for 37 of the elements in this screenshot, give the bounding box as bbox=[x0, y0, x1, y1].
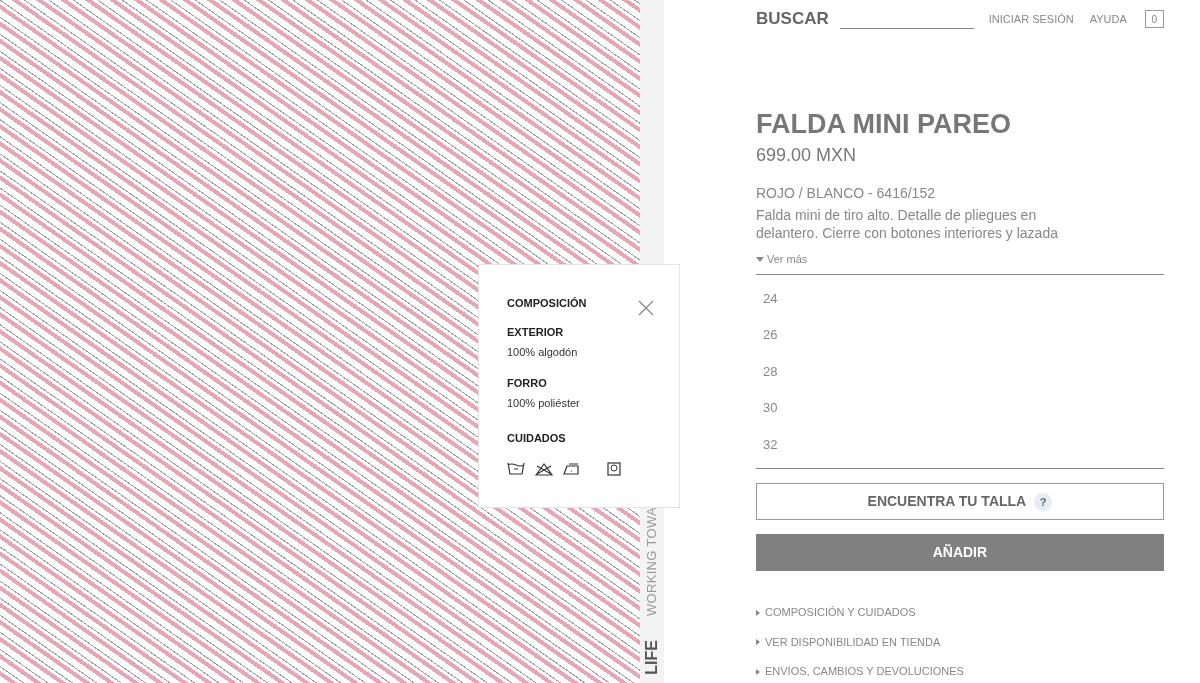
product-title: FALDA MINI PAREO bbox=[756, 108, 1012, 140]
care-heading: CUIDADOS bbox=[507, 430, 567, 446]
search-label: BUSCAR bbox=[756, 8, 829, 31]
info-link[interactable]: ENVÍOS, CAMBIOS Y DEVOLUCIONES bbox=[756, 663, 1164, 680]
vertical-brand-text: LIFE bbox=[642, 640, 661, 675]
crossed-triangle-icon bbox=[535, 462, 553, 476]
size-option[interactable]: 24 bbox=[756, 280, 1164, 317]
caret-down-icon bbox=[756, 256, 764, 262]
size-option[interactable]: 28 bbox=[756, 353, 1164, 390]
section-heading: EXTERIOR bbox=[507, 324, 565, 340]
caret-right-icon bbox=[756, 668, 760, 675]
product-price: 699.00 MXN bbox=[756, 144, 858, 167]
popup-title: COMPOSICIÓN bbox=[507, 296, 587, 311]
add-button[interactable]: AÑADIR bbox=[756, 534, 1164, 572]
see-more-link[interactable]: Ver más bbox=[756, 251, 1164, 268]
color-reference: ROJO / BLANCO - 6416/152 bbox=[756, 184, 936, 203]
info-link[interactable]: VER DISPONIBILIDAD EN TIENDA bbox=[756, 633, 1164, 651]
header-link[interactable]: AYUDA bbox=[1089, 10, 1127, 28]
find-size-button[interactable]: ENCUENTRA TU TALLA ? bbox=[756, 483, 1164, 521]
wash-tub-icon bbox=[507, 462, 525, 476]
help-badge: ? bbox=[1034, 492, 1053, 511]
close-icon[interactable] bbox=[637, 299, 655, 317]
section-text: 100% poliéster bbox=[507, 396, 581, 411]
caret-right-icon bbox=[756, 639, 760, 646]
vertical-tagline: WORKING TOWA bbox=[643, 507, 661, 617]
caret-right-icon bbox=[756, 609, 760, 616]
dryer-icon bbox=[607, 462, 621, 476]
iron-icon bbox=[563, 462, 581, 476]
size-option[interactable]: 30 bbox=[756, 389, 1164, 427]
cart-button[interactable]: 0 bbox=[1144, 10, 1164, 28]
header-link[interactable]: INICIAR SESIÓN bbox=[988, 10, 1074, 28]
section-heading: FORRO bbox=[507, 375, 548, 391]
info-link[interactable]: COMPOSICIÓN Y CUIDADOS bbox=[756, 604, 1164, 621]
size-option[interactable]: 32 bbox=[756, 426, 1164, 463]
section-text: 100% algodón bbox=[507, 345, 579, 360]
size-option[interactable]: 26 bbox=[756, 316, 1164, 354]
product-description: Falda mini de tiro alto. Detalle de pliegues en delantero. Cierre con botones interiores y lazada bbox=[756, 206, 1059, 242]
